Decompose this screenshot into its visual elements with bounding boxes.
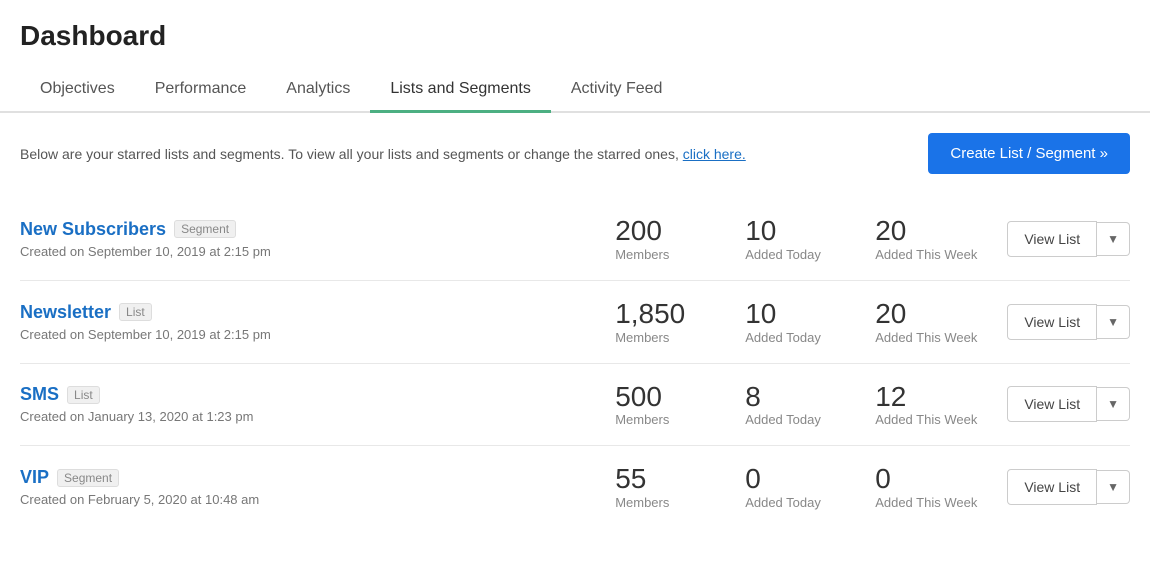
- list-created-vip: Created on February 5, 2020 at 10:48 am: [20, 492, 615, 507]
- content-area: Below are your starred lists and segment…: [0, 113, 1150, 548]
- stats-area-new-subscribers: 200 Members 10 Added Today 20 Added This…: [615, 216, 977, 262]
- list-row: New Subscribers Segment Created on Septe…: [20, 198, 1130, 281]
- stat-members-sms: 500 Members: [615, 382, 705, 428]
- stat-added-week-newsletter: 20 Added This Week: [875, 299, 977, 345]
- page-title: Dashboard: [0, 0, 1150, 68]
- list-row: SMS List Created on January 13, 2020 at …: [20, 364, 1130, 447]
- page-container: Dashboard ObjectivesPerformanceAnalytics…: [0, 0, 1150, 561]
- stat-added-today-new-subscribers: 10 Added Today: [745, 216, 835, 262]
- action-area-vip: View List ▼: [1007, 469, 1130, 505]
- action-area-new-subscribers: View List ▼: [1007, 221, 1130, 257]
- list-name-newsletter[interactable]: Newsletter: [20, 302, 111, 323]
- action-area-sms: View List ▼: [1007, 386, 1130, 422]
- list-row: Newsletter List Created on September 10,…: [20, 281, 1130, 364]
- nav-tabs: ObjectivesPerformanceAnalyticsLists and …: [0, 68, 1150, 113]
- view-list-button-new-subscribers[interactable]: View List: [1007, 221, 1097, 257]
- list-info-vip: VIP Segment Created on February 5, 2020 …: [20, 467, 615, 507]
- stat-added-today-vip: 0 Added Today: [745, 464, 835, 510]
- tab-lists-and-segments[interactable]: Lists and Segments: [370, 68, 551, 113]
- list-type-badge-new-subscribers: Segment: [174, 220, 236, 238]
- view-list-button-vip[interactable]: View List: [1007, 469, 1097, 505]
- stat-added-week-new-subscribers: 20 Added This Week: [875, 216, 977, 262]
- create-list-segment-button[interactable]: Create List / Segment »: [928, 133, 1130, 174]
- tab-objectives[interactable]: Objectives: [20, 68, 135, 113]
- stat-members-newsletter: 1,850 Members: [615, 299, 705, 345]
- stat-members-new-subscribers: 200 Members: [615, 216, 705, 262]
- list-created-newsletter: Created on September 10, 2019 at 2:15 pm: [20, 327, 615, 342]
- list-type-badge-vip: Segment: [57, 469, 119, 487]
- tab-activity-feed[interactable]: Activity Feed: [551, 68, 683, 113]
- list-type-badge-sms: List: [67, 386, 100, 404]
- view-list-button-sms[interactable]: View List: [1007, 386, 1097, 422]
- stat-added-today-newsletter: 10 Added Today: [745, 299, 835, 345]
- view-list-dropdown-vip[interactable]: ▼: [1097, 470, 1130, 504]
- list-type-badge-newsletter: List: [119, 303, 152, 321]
- view-list-dropdown-new-subscribers[interactable]: ▼: [1097, 222, 1130, 256]
- stat-added-today-sms: 8 Added Today: [745, 382, 835, 428]
- lists-container: New Subscribers Segment Created on Septe…: [20, 198, 1130, 528]
- list-name-vip[interactable]: VIP: [20, 467, 49, 488]
- stat-added-week-vip: 0 Added This Week: [875, 464, 977, 510]
- list-row: VIP Segment Created on February 5, 2020 …: [20, 446, 1130, 528]
- list-name-sms[interactable]: SMS: [20, 384, 59, 405]
- stats-area-vip: 55 Members 0 Added Today 0 Added This We…: [615, 464, 977, 510]
- click-here-link[interactable]: click here.: [683, 146, 746, 162]
- stats-area-newsletter: 1,850 Members 10 Added Today 20 Added Th…: [615, 299, 977, 345]
- tab-analytics[interactable]: Analytics: [266, 68, 370, 113]
- tab-performance[interactable]: Performance: [135, 68, 267, 113]
- stat-members-vip: 55 Members: [615, 464, 705, 510]
- list-info-newsletter: Newsletter List Created on September 10,…: [20, 302, 615, 342]
- stats-area-sms: 500 Members 8 Added Today 12 Added This …: [615, 382, 977, 428]
- view-list-dropdown-sms[interactable]: ▼: [1097, 387, 1130, 421]
- info-text: Below are your starred lists and segment…: [20, 146, 746, 162]
- view-list-button-newsletter[interactable]: View List: [1007, 304, 1097, 340]
- stat-added-week-sms: 12 Added This Week: [875, 382, 977, 428]
- list-created-sms: Created on January 13, 2020 at 1:23 pm: [20, 409, 615, 424]
- action-area-newsletter: View List ▼: [1007, 304, 1130, 340]
- list-info-new-subscribers: New Subscribers Segment Created on Septe…: [20, 219, 615, 259]
- view-list-dropdown-newsletter[interactable]: ▼: [1097, 305, 1130, 339]
- info-bar: Below are your starred lists and segment…: [20, 133, 1130, 174]
- list-info-sms: SMS List Created on January 13, 2020 at …: [20, 384, 615, 424]
- list-name-new-subscribers[interactable]: New Subscribers: [20, 219, 166, 240]
- list-created-new-subscribers: Created on September 10, 2019 at 2:15 pm: [20, 244, 615, 259]
